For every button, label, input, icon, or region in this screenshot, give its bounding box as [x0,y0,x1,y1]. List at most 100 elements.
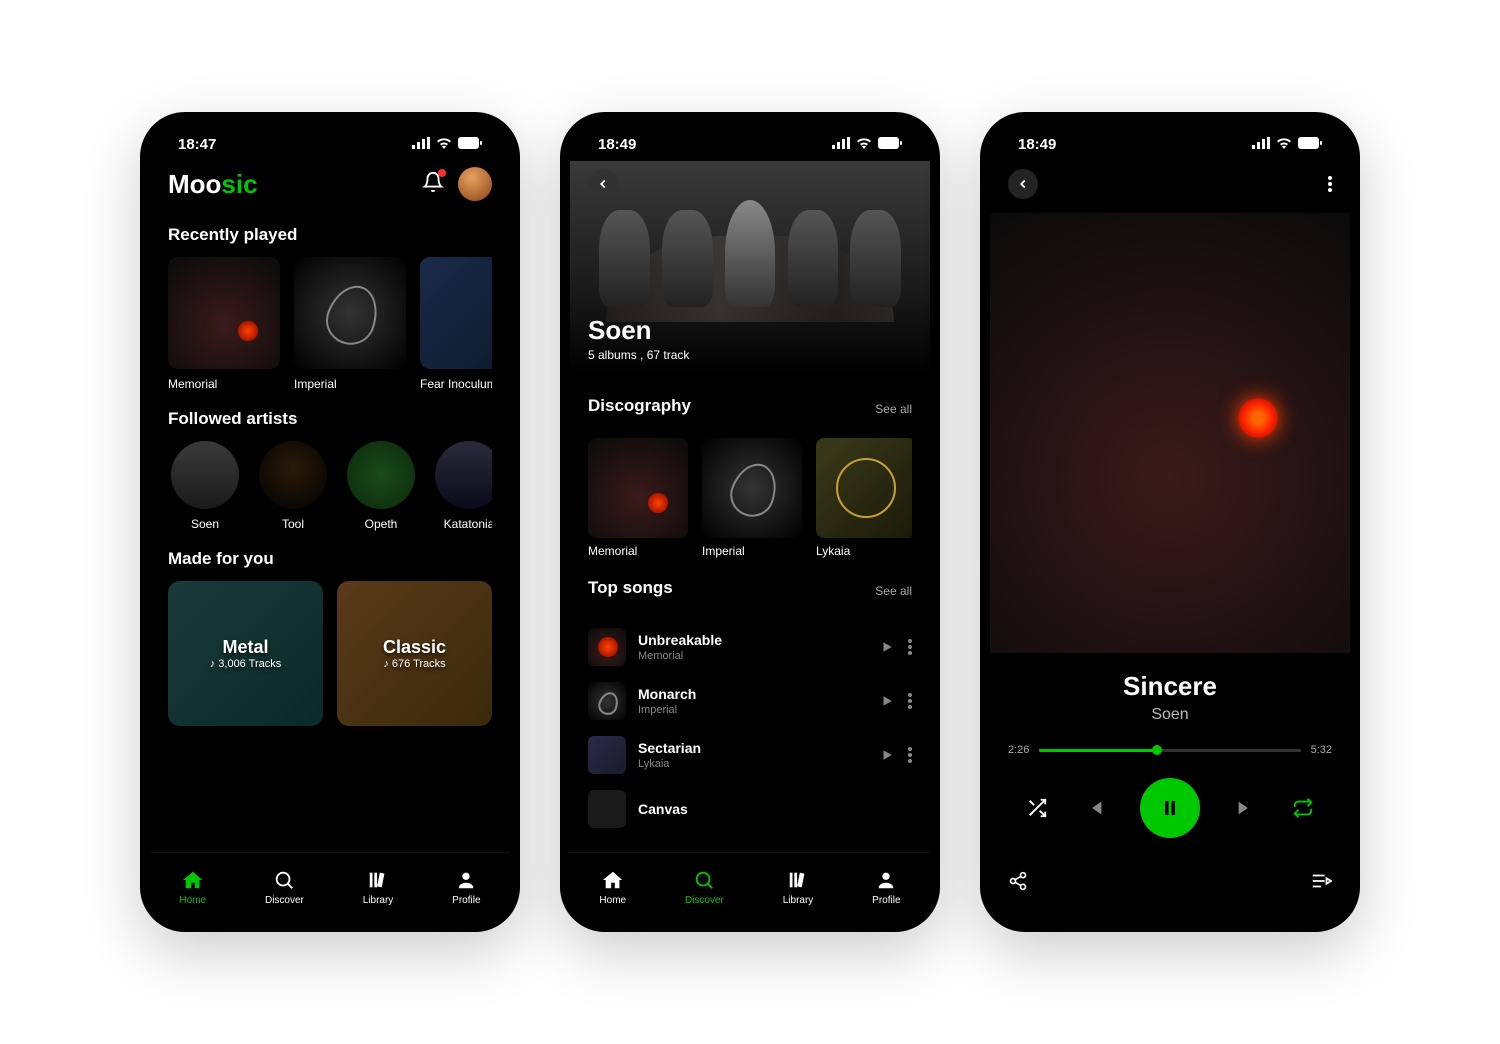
artist-avatar [347,441,415,509]
play-icon[interactable] [880,694,894,708]
track-thumb[interactable] [1152,745,1162,755]
nav-home[interactable]: Home [179,869,206,906]
album-cover [420,257,492,369]
artist-card[interactable]: Tool [256,441,330,531]
home-icon [182,869,204,891]
artist-card[interactable]: Opeth [344,441,418,531]
song-row[interactable]: Monarch Imperial [588,674,912,728]
battery-icon [878,136,902,153]
track-artist: Soen [1008,706,1332,724]
song-title: Monarch [638,686,868,702]
more-icon[interactable] [1328,175,1332,193]
player-screen: 18:49 Sincere Soen 2:26 5:32 [980,112,1360,932]
playlist-card-classic[interactable]: Classic ♪ 676 Tracks [337,581,492,726]
artist-avatar [435,441,492,509]
playlist-tracks: ♪ 676 Tracks [383,658,445,670]
wifi-icon [1276,136,1292,153]
share-icon[interactable] [1008,871,1028,891]
nav-library[interactable]: Library [783,869,814,906]
signal-icon [412,136,430,153]
play-icon[interactable] [880,748,894,762]
song-title: Unbreakable [638,632,868,648]
next-icon[interactable] [1235,797,1257,819]
shuffle-icon[interactable] [1026,797,1048,819]
back-button[interactable] [588,169,618,199]
notch [1110,132,1230,160]
battery-icon [458,136,482,153]
song-row[interactable]: Unbreakable Memorial [588,620,912,674]
artist-card[interactable]: Soen [168,441,242,531]
song-row[interactable]: Canvas [588,782,912,836]
library-icon [367,869,389,891]
top-songs-see-all[interactable]: See all [875,584,912,598]
album-card[interactable]: Memorial [588,438,688,558]
song-cover [588,736,626,774]
album-cover [816,438,912,538]
top-songs-list: Unbreakable Memorial Monarch Imperial [588,620,912,836]
nav-profile[interactable]: Profile [872,869,900,906]
playlist-card-metal[interactable]: Metal ♪ 3,006 Tracks [168,581,323,726]
song-album: Memorial [638,650,868,662]
play-icon[interactable] [880,640,894,654]
status-bar: 18:47 [150,122,510,161]
made-for-you-row: Metal ♪ 3,006 Tracks Classic ♪ 676 Track… [168,581,492,726]
song-row[interactable]: Sectarian Lykaia [588,728,912,782]
album-cover [168,257,280,369]
made-for-you-title: Made for you [168,549,492,569]
song-album: Lykaia [638,758,868,770]
track-slider[interactable] [1039,749,1300,752]
album-card[interactable]: Fear Inoculum [420,257,492,391]
notifications-icon[interactable] [422,171,444,198]
search-icon [693,869,715,891]
nav-home[interactable]: Home [599,869,626,906]
nav-profile[interactable]: Profile [452,869,480,906]
album-card[interactable]: Imperial [702,438,802,558]
status-time: 18:49 [1018,136,1056,153]
bottom-nav: Home Discover Library Profile [150,852,510,922]
app-logo: Moosic [168,169,258,200]
nav-discover[interactable]: Discover [685,869,724,906]
player-album-art [990,213,1350,653]
recently-played-title: Recently played [168,225,492,245]
discography-row: Memorial Imperial Lykaia [588,438,912,558]
album-card[interactable]: Imperial [294,257,406,391]
artist-name: Soen [588,315,689,346]
more-icon[interactable] [908,693,912,709]
progress-bar[interactable]: 2:26 5:32 [1008,744,1332,756]
artist-hero: Soen 5 albums , 67 track [570,161,930,376]
back-button[interactable] [1008,169,1038,199]
app-header: Moosic [168,161,492,219]
more-icon[interactable] [908,747,912,763]
artist-screen: 18:49 Soen 5 albums , 67 track Discograp… [560,112,940,932]
chevron-left-icon [1016,177,1030,191]
playlist-title: Metal [222,637,268,658]
chevron-left-icon [596,177,610,191]
previous-icon[interactable] [1083,797,1105,819]
artist-avatar [171,441,239,509]
wifi-icon [436,136,452,153]
discography-see-all[interactable]: See all [875,402,912,416]
signal-icon [832,136,850,153]
followed-artists-title: Followed artists [168,409,492,429]
song-cover [588,682,626,720]
queue-icon[interactable] [1310,870,1332,892]
repeat-icon[interactable] [1292,797,1314,819]
profile-icon [455,869,477,891]
album-card[interactable]: Lykaia [816,438,912,558]
more-icon[interactable] [908,639,912,655]
artist-card[interactable]: Katatonia [432,441,492,531]
album-label: Lykaia [816,544,912,558]
album-label: Imperial [294,377,406,391]
profile-avatar[interactable] [458,167,492,201]
status-time: 18:47 [178,136,216,153]
nav-discover[interactable]: Discover [265,869,304,906]
pause-button[interactable] [1140,778,1200,838]
album-cover [588,438,688,538]
artist-label: Tool [256,517,330,531]
recently-played-row: Memorial Imperial Fear Inoculum [168,257,492,391]
song-cover [588,790,626,828]
artist-label: Katatonia [432,517,492,531]
artist-label: Soen [168,517,242,531]
nav-library[interactable]: Library [363,869,394,906]
album-card[interactable]: Memorial [168,257,280,391]
